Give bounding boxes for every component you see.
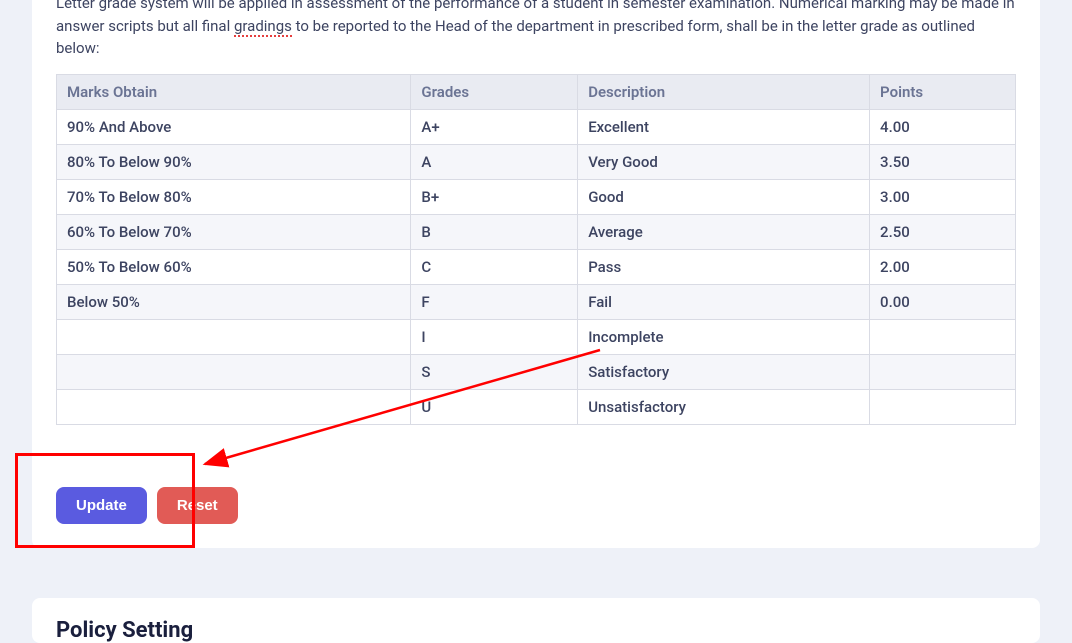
grading-card: Letter grade system will be applied in a… bbox=[32, 0, 1040, 548]
cell-points: 2.50 bbox=[870, 214, 1016, 249]
cell-points: 0.00 bbox=[870, 284, 1016, 319]
cell-points: 3.00 bbox=[870, 179, 1016, 214]
table-row: 90% And AboveA+Excellent4.00 bbox=[57, 109, 1016, 144]
cell-grade: S bbox=[411, 354, 578, 389]
table-row: 70% To Below 80%B+Good3.00 bbox=[57, 179, 1016, 214]
reset-button[interactable]: Reset bbox=[157, 487, 238, 524]
policy-setting-card: Policy Setting bbox=[32, 598, 1040, 643]
cell-grade: I bbox=[411, 319, 578, 354]
intro-text: Letter grade system will be applied in a… bbox=[56, 0, 1016, 74]
th-desc: Description bbox=[578, 74, 870, 109]
cell-grade: B+ bbox=[411, 179, 578, 214]
cell-desc: Pass bbox=[578, 249, 870, 284]
table-row: IIncomplete bbox=[57, 319, 1016, 354]
cell-points bbox=[870, 354, 1016, 389]
cell-marks: 60% To Below 70% bbox=[57, 214, 411, 249]
cell-points: 2.00 bbox=[870, 249, 1016, 284]
cell-desc: Satisfactory bbox=[578, 354, 870, 389]
gradings-word: gradings bbox=[234, 17, 292, 37]
cell-desc: Good bbox=[578, 179, 870, 214]
grading-table: Marks Obtain Grades Description Points 9… bbox=[56, 74, 1016, 425]
cell-marks: 90% And Above bbox=[57, 109, 411, 144]
table-row: SSatisfactory bbox=[57, 354, 1016, 389]
button-row: Update Reset bbox=[56, 487, 1016, 524]
table-row: 60% To Below 70%BAverage2.50 bbox=[57, 214, 1016, 249]
cell-marks: 50% To Below 60% bbox=[57, 249, 411, 284]
cell-marks bbox=[57, 354, 411, 389]
cell-points: 4.00 bbox=[870, 109, 1016, 144]
cell-grade: F bbox=[411, 284, 578, 319]
cell-grade: A bbox=[411, 144, 578, 179]
th-grades: Grades bbox=[411, 74, 578, 109]
th-marks: Marks Obtain bbox=[57, 74, 411, 109]
cell-points bbox=[870, 389, 1016, 424]
table-row: Below 50%FFail0.00 bbox=[57, 284, 1016, 319]
policy-setting-title: Policy Setting bbox=[56, 618, 1016, 643]
cell-grade: B bbox=[411, 214, 578, 249]
cell-marks bbox=[57, 319, 411, 354]
cell-marks: 80% To Below 90% bbox=[57, 144, 411, 179]
update-button[interactable]: Update bbox=[56, 487, 147, 524]
cell-desc: Fail bbox=[578, 284, 870, 319]
cell-marks: Below 50% bbox=[57, 284, 411, 319]
cell-desc: Incomplete bbox=[578, 319, 870, 354]
cell-grade: C bbox=[411, 249, 578, 284]
table-header-row: Marks Obtain Grades Description Points bbox=[57, 74, 1016, 109]
th-points: Points bbox=[870, 74, 1016, 109]
cell-points: 3.50 bbox=[870, 144, 1016, 179]
cell-marks: 70% To Below 80% bbox=[57, 179, 411, 214]
cell-marks bbox=[57, 389, 411, 424]
table-row: 80% To Below 90%AVery Good3.50 bbox=[57, 144, 1016, 179]
cell-desc: Excellent bbox=[578, 109, 870, 144]
cell-desc: Unsatisfactory bbox=[578, 389, 870, 424]
cell-desc: Very Good bbox=[578, 144, 870, 179]
cell-desc: Average bbox=[578, 214, 870, 249]
cell-grade: U bbox=[411, 389, 578, 424]
table-row: UUnsatisfactory bbox=[57, 389, 1016, 424]
cell-points bbox=[870, 319, 1016, 354]
table-row: 50% To Below 60%CPass2.00 bbox=[57, 249, 1016, 284]
cell-grade: A+ bbox=[411, 109, 578, 144]
